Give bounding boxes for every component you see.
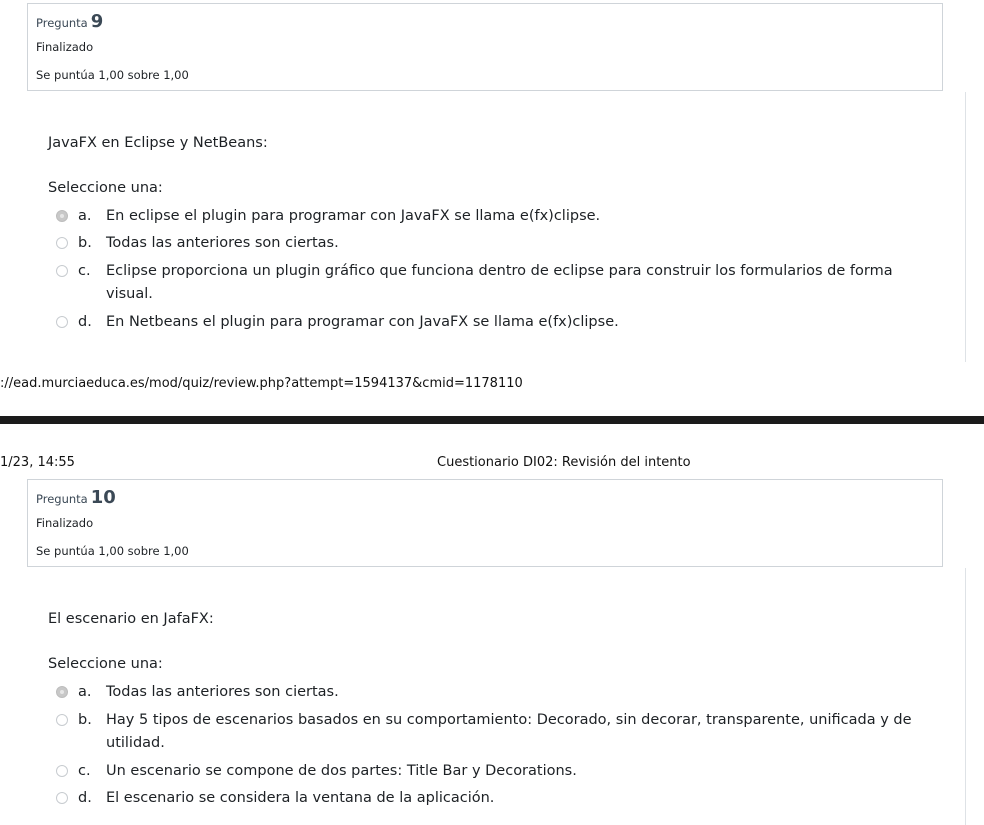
question-number: Pregunta 10 (36, 487, 116, 508)
option-letter: b. (78, 712, 92, 728)
question-number: Pregunta 9 (36, 11, 103, 32)
option-letter: c. (78, 763, 91, 779)
question-grade: Se puntúa 1,00 sobre 1,00 (36, 68, 189, 82)
answer-prompt: Seleccione una: (48, 180, 163, 196)
option-letter: a. (78, 684, 92, 700)
question-info-box: Pregunta 10 Finalizado Se puntúa 1,00 sob… (27, 479, 943, 567)
radio-selected-icon[interactable] (56, 686, 68, 698)
option-letter: d. (78, 790, 92, 806)
radio-icon[interactable] (56, 265, 68, 277)
option-text: Todas las anteriores son ciertas. (106, 235, 339, 251)
option-text: Un escenario se compone de dos partes: T… (106, 763, 577, 779)
option-text: Todas las anteriores son ciertas. (106, 684, 339, 700)
radio-icon[interactable] (56, 792, 68, 804)
option-text: Eclipse proporciona un plugin gráfico qu… (106, 263, 893, 302)
option-text: Hay 5 tipos de escenarios basados en su … (106, 712, 912, 751)
radio-selected-icon[interactable] (56, 210, 68, 222)
question-state: Finalizado (36, 40, 94, 54)
radio-icon[interactable] (56, 714, 68, 726)
content-border (965, 568, 966, 825)
print-footer-url: ://ead.murciaeduca.es/mod/quiz/review.ph… (0, 376, 523, 391)
option-letter: a. (78, 208, 92, 224)
question-number-value: 9 (90, 11, 104, 32)
option-letter: d. (78, 314, 92, 330)
option-letter: b. (78, 235, 92, 251)
print-header-date: 1/23, 14:55 (0, 455, 75, 470)
question-info-box: Pregunta 9 Finalizado Se puntúa 1,00 sobr… (27, 3, 943, 91)
question-text: El escenario en JafaFX: (48, 611, 214, 627)
page-separator (0, 416, 984, 424)
question-number-value: 10 (90, 487, 116, 508)
print-header-title: Cuestionario DI02: Revisión del intento (437, 455, 691, 470)
option-text: El escenario se considera la ventana de … (106, 790, 495, 806)
option-text: En Netbeans el plugin para programar con… (106, 314, 619, 330)
answer-prompt: Seleccione una: (48, 656, 163, 672)
radio-icon[interactable] (56, 316, 68, 328)
question-state: Finalizado (36, 516, 94, 530)
option-text: En eclipse el plugin para programar con … (106, 208, 601, 224)
print-page-bottom: 1/23, 14:55 Cuestionario DI02: Revisión … (0, 424, 984, 825)
question-text: JavaFX en Eclipse y NetBeans: (48, 135, 268, 151)
print-page-top: Pregunta 9 Finalizado Se puntúa 1,00 sobr… (0, 0, 984, 416)
option-letter: c. (78, 263, 91, 279)
question-grade: Se puntúa 1,00 sobre 1,00 (36, 544, 189, 558)
question-number-label: Pregunta (36, 16, 88, 30)
content-border (965, 92, 966, 362)
radio-icon[interactable] (56, 765, 68, 777)
radio-icon[interactable] (56, 237, 68, 249)
question-number-label: Pregunta (36, 492, 88, 506)
